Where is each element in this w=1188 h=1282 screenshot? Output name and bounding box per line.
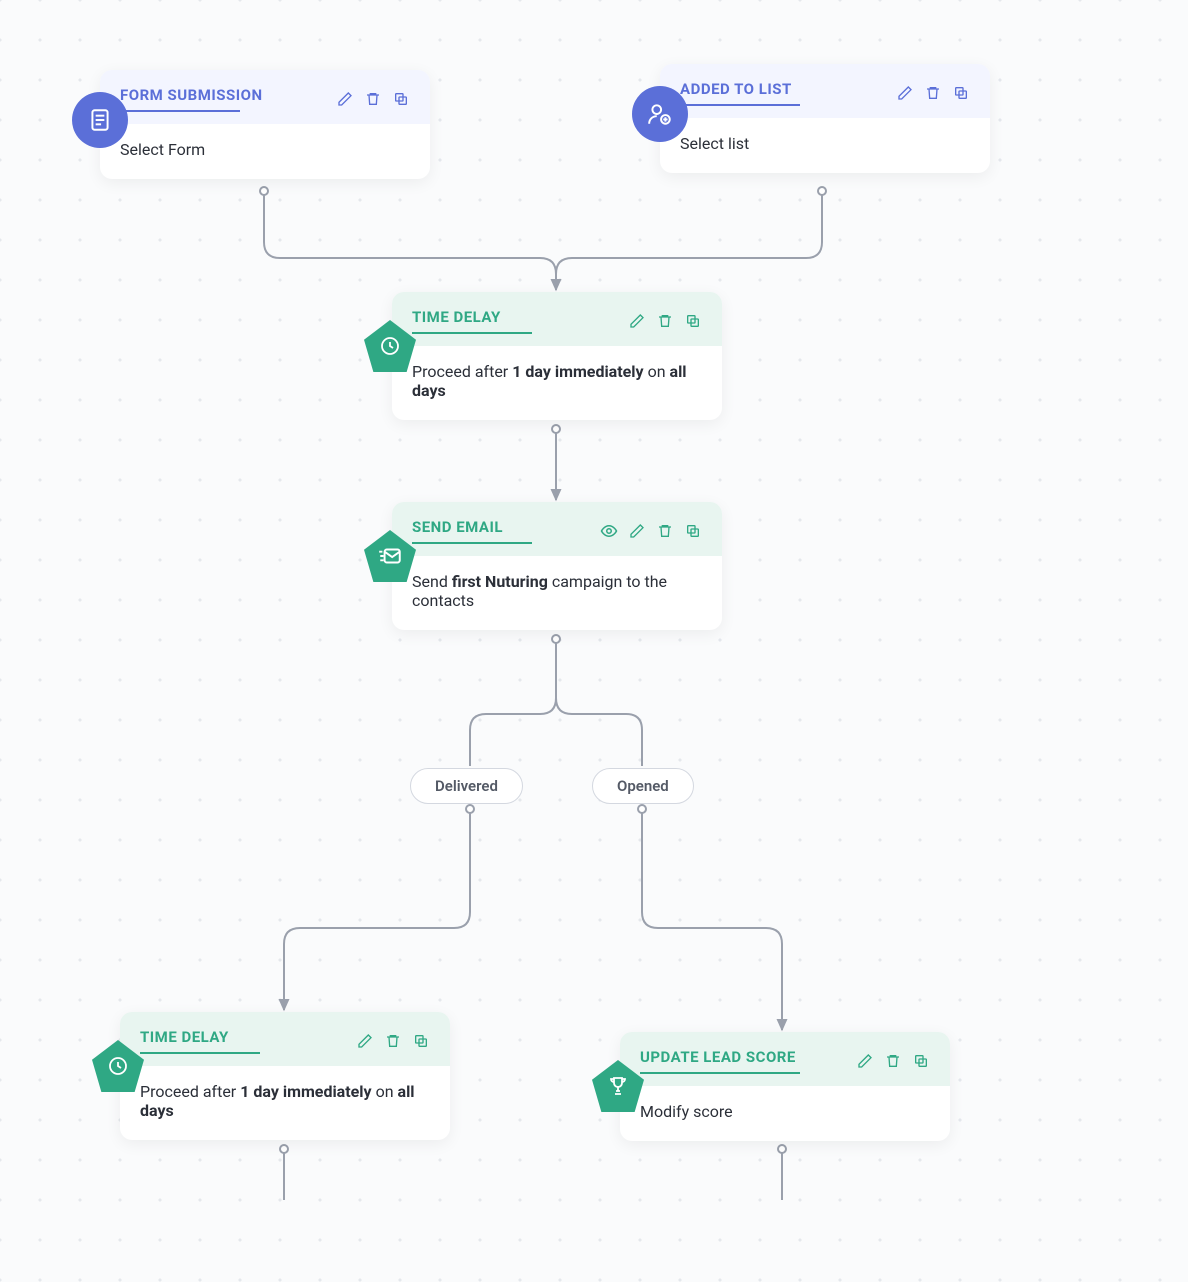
node-title: TIME DELAY bbox=[412, 308, 532, 326]
delete-icon[interactable] bbox=[884, 1052, 902, 1070]
edit-icon[interactable] bbox=[336, 90, 354, 108]
copy-icon[interactable] bbox=[412, 1032, 430, 1050]
delete-icon[interactable] bbox=[924, 84, 942, 102]
list-add-icon bbox=[632, 86, 688, 142]
connector-node bbox=[465, 804, 475, 814]
copy-icon[interactable] bbox=[392, 90, 410, 108]
node-send-email[interactable]: SEND EMAIL Send first Nuturing campaign … bbox=[392, 502, 722, 630]
node-time-delay-2[interactable]: TIME DELAY Proceed after 1 day immediate… bbox=[120, 1012, 450, 1140]
connector-node bbox=[817, 186, 827, 196]
clock-icon bbox=[90, 1038, 146, 1094]
node-body: Send first Nuturing campaign to the cont… bbox=[392, 556, 722, 630]
edit-icon[interactable] bbox=[896, 84, 914, 102]
connector-node bbox=[777, 1144, 787, 1154]
node-body: Proceed after 1 day immediately on all d… bbox=[120, 1066, 450, 1140]
title-underline bbox=[640, 1072, 800, 1074]
trophy-icon bbox=[590, 1058, 646, 1114]
branch-delivered[interactable]: Delivered bbox=[410, 768, 523, 804]
node-time-delay[interactable]: TIME DELAY Proceed after 1 day immediate… bbox=[392, 292, 722, 420]
node-body: Select list bbox=[660, 118, 990, 173]
title-underline bbox=[120, 110, 240, 112]
delete-icon[interactable] bbox=[364, 90, 382, 108]
connector-node bbox=[259, 186, 269, 196]
node-title: UPDATE LEAD SCORE bbox=[640, 1048, 800, 1066]
node-title: TIME DELAY bbox=[140, 1028, 260, 1046]
copy-icon[interactable] bbox=[952, 84, 970, 102]
node-body: Proceed after 1 day immediately on all d… bbox=[392, 346, 722, 420]
connector-node bbox=[551, 424, 561, 434]
edit-icon[interactable] bbox=[356, 1032, 374, 1050]
node-added-to-list[interactable]: ADDED TO LIST Select list bbox=[660, 64, 990, 173]
branch-opened[interactable]: Opened bbox=[592, 768, 694, 804]
node-title: SEND EMAIL bbox=[412, 518, 532, 536]
clock-icon bbox=[362, 318, 418, 374]
copy-icon[interactable] bbox=[912, 1052, 930, 1070]
node-body: Select Form bbox=[100, 124, 430, 179]
title-underline bbox=[412, 542, 532, 544]
edit-icon[interactable] bbox=[628, 522, 646, 540]
edit-icon[interactable] bbox=[856, 1052, 874, 1070]
title-underline bbox=[412, 332, 532, 334]
connector-node bbox=[551, 634, 561, 644]
connector-node bbox=[279, 1144, 289, 1154]
connector-node bbox=[637, 804, 647, 814]
edit-icon[interactable] bbox=[628, 312, 646, 330]
title-underline bbox=[680, 104, 800, 106]
copy-icon[interactable] bbox=[684, 312, 702, 330]
form-icon bbox=[72, 92, 128, 148]
node-form-submission[interactable]: FORM SUBMISSION Select Form bbox=[100, 70, 430, 179]
node-title: ADDED TO LIST bbox=[680, 80, 800, 98]
delete-icon[interactable] bbox=[656, 312, 674, 330]
preview-icon[interactable] bbox=[600, 522, 618, 540]
delete-icon[interactable] bbox=[384, 1032, 402, 1050]
email-icon bbox=[362, 528, 418, 584]
title-underline bbox=[140, 1052, 260, 1054]
node-body: Modify score bbox=[620, 1086, 950, 1141]
node-title: FORM SUBMISSION bbox=[120, 86, 263, 104]
node-update-lead-score[interactable]: UPDATE LEAD SCORE Modify score bbox=[620, 1032, 950, 1141]
delete-icon[interactable] bbox=[656, 522, 674, 540]
copy-icon[interactable] bbox=[684, 522, 702, 540]
